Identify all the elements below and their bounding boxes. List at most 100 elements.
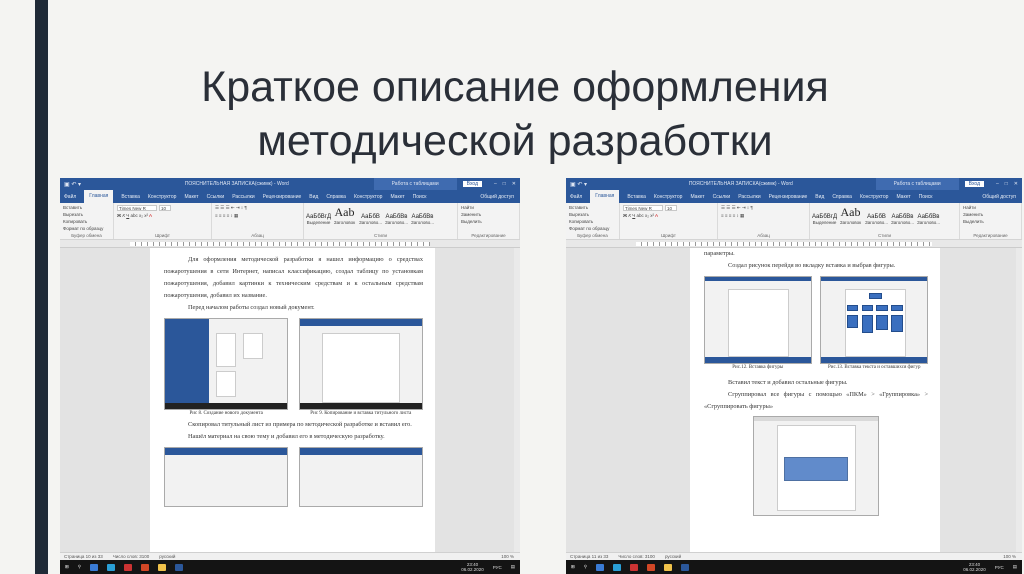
- find-button[interactable]: Найти: [461, 205, 516, 210]
- app-icon[interactable]: [630, 563, 639, 571]
- tab-review[interactable]: Рецензирование: [263, 194, 302, 200]
- font-size-select[interactable]: 10: [665, 205, 677, 211]
- folder-icon[interactable]: [158, 563, 167, 571]
- screenshot-image: [298, 318, 423, 410]
- close-icon[interactable]: ✕: [1014, 181, 1018, 187]
- tab-help[interactable]: Справка: [326, 194, 346, 200]
- tab-layout[interactable]: Макет: [184, 194, 198, 200]
- font-name-select[interactable]: Times New R: [117, 205, 157, 211]
- align-buttons[interactable]: ≡ ≡ ≡ ≡ ↕ ▦: [215, 213, 300, 219]
- tab-design[interactable]: Конструктор: [148, 194, 177, 200]
- font-format-buttons[interactable]: Ж К Ч abc x₂ x² A: [623, 213, 714, 218]
- tab-design[interactable]: Конструктор: [654, 194, 683, 200]
- login-button[interactable]: Вход: [462, 181, 482, 187]
- tab-search[interactable]: Поиск: [413, 194, 427, 200]
- tab-insert[interactable]: Вставка: [121, 194, 140, 200]
- style-item[interactable]: АаБбВв Заголово...: [891, 214, 914, 225]
- tab-table-design[interactable]: Конструктор: [860, 194, 889, 200]
- scrollbar[interactable]: [514, 248, 520, 552]
- notifications-icon[interactable]: ▤: [511, 564, 515, 570]
- clock[interactable]: 23:40 06.02.2020: [963, 562, 986, 572]
- app-icon[interactable]: [90, 563, 99, 571]
- style-item[interactable]: АаБбВв Заголово...: [385, 214, 408, 225]
- select-button[interactable]: Выделить: [963, 219, 1018, 224]
- style-item[interactable]: Aab Заголовок: [839, 205, 862, 225]
- clock[interactable]: 23:40 06.02.2020: [461, 562, 484, 572]
- style-item[interactable]: АаБбВ Заголово...: [359, 214, 382, 225]
- maximize-icon[interactable]: □: [503, 181, 506, 187]
- word-icon[interactable]: [681, 563, 690, 571]
- style-item[interactable]: Aab Заголовок: [333, 205, 356, 225]
- app-icon[interactable]: [124, 563, 133, 571]
- style-item[interactable]: АаБбВв Заголово...: [917, 214, 940, 225]
- tab-view[interactable]: Вид: [815, 194, 824, 200]
- login-button[interactable]: Вход: [964, 181, 984, 187]
- find-button[interactable]: Найти: [963, 205, 1018, 210]
- format-painter-button[interactable]: Формат по образцу: [569, 226, 616, 231]
- share-button[interactable]: Общий доступ: [480, 194, 514, 200]
- tab-help[interactable]: Справка: [832, 194, 852, 200]
- cut-button[interactable]: Вырезать: [569, 212, 616, 217]
- zoom-level[interactable]: 100 %: [1003, 554, 1016, 559]
- folder-icon[interactable]: [664, 563, 673, 571]
- app-icon[interactable]: [613, 563, 622, 571]
- word-icon[interactable]: [175, 563, 184, 571]
- font-name-select[interactable]: Times New R: [623, 205, 663, 211]
- zoom-level[interactable]: 100 %: [501, 554, 514, 559]
- font-format-buttons[interactable]: Ж К Ч abc x₂ x² A: [117, 213, 208, 218]
- tray-language[interactable]: РУС: [493, 565, 502, 570]
- style-item[interactable]: АаБбВгД Выделение: [812, 214, 837, 225]
- replace-button[interactable]: Заменить: [461, 212, 516, 217]
- tray-language[interactable]: РУС: [995, 565, 1004, 570]
- tab-review[interactable]: Рецензирование: [769, 194, 808, 200]
- word-screenshot-left: ▣ ↶ ▾ ПОЯСНИТЕЛЬНАЯ ЗАПИСКА(сжимк) - Wor…: [60, 178, 520, 574]
- minimize-icon[interactable]: –: [996, 181, 999, 187]
- tab-home[interactable]: Главная: [590, 190, 620, 203]
- tab-layout[interactable]: Макет: [690, 194, 704, 200]
- scrollbar[interactable]: [1016, 248, 1022, 552]
- tab-insert[interactable]: Вставка: [627, 194, 646, 200]
- minimize-icon[interactable]: –: [494, 181, 497, 187]
- close-icon[interactable]: ✕: [512, 181, 516, 187]
- powerpoint-icon[interactable]: [141, 563, 150, 571]
- style-item[interactable]: АаБбВгД Выделение: [306, 214, 331, 225]
- tab-file[interactable]: Файл: [64, 194, 76, 200]
- powerpoint-icon[interactable]: [647, 563, 656, 571]
- save-icon[interactable]: ▣ ↶ ▾: [570, 181, 606, 188]
- style-item[interactable]: АаБбВв Заголово...: [411, 214, 434, 225]
- windows-start-icon[interactable]: ⊞: [65, 564, 69, 570]
- notifications-icon[interactable]: ▤: [1013, 564, 1017, 570]
- select-button[interactable]: Выделить: [461, 219, 516, 224]
- share-button[interactable]: Общий доступ: [982, 194, 1016, 200]
- format-painter-button[interactable]: Формат по образцу: [63, 226, 110, 231]
- maximize-icon[interactable]: □: [1005, 181, 1008, 187]
- search-icon[interactable]: ⚲: [584, 564, 587, 570]
- search-icon[interactable]: ⚲: [78, 564, 81, 570]
- copy-button[interactable]: Копировать: [569, 219, 616, 224]
- tab-view[interactable]: Вид: [309, 194, 318, 200]
- style-item[interactable]: АаБбВ Заголово...: [865, 214, 888, 225]
- paste-button[interactable]: Вставить: [569, 205, 616, 210]
- tab-references[interactable]: Ссылки: [713, 194, 731, 200]
- tab-file[interactable]: Файл: [570, 194, 582, 200]
- tab-table-layout[interactable]: Макет: [896, 194, 910, 200]
- tab-home[interactable]: Главная: [84, 190, 114, 203]
- replace-button[interactable]: Заменить: [963, 212, 1018, 217]
- align-buttons[interactable]: ≡ ≡ ≡ ≡ ↕ ▦: [721, 213, 806, 219]
- paste-button[interactable]: Вставить: [63, 205, 110, 210]
- windows-start-icon[interactable]: ⊞: [571, 564, 575, 570]
- tab-mailings[interactable]: Рассылки: [738, 194, 760, 200]
- font-size-select[interactable]: 10: [159, 205, 171, 211]
- app-icon[interactable]: [107, 563, 116, 571]
- tab-references[interactable]: Ссылки: [207, 194, 225, 200]
- copy-button[interactable]: Копировать: [63, 219, 110, 224]
- list-buttons[interactable]: ☰ ☰ ☰ ⇤ ⇥ ↕ ¶: [215, 205, 300, 211]
- cut-button[interactable]: Вырезать: [63, 212, 110, 217]
- app-icon[interactable]: [596, 563, 605, 571]
- tab-search[interactable]: Поиск: [919, 194, 933, 200]
- save-icon[interactable]: ▣ ↶ ▾: [64, 181, 100, 188]
- list-buttons[interactable]: ☰ ☰ ☰ ⇤ ⇥ ↕ ¶: [721, 205, 806, 211]
- tab-table-layout[interactable]: Макет: [390, 194, 404, 200]
- tab-table-design[interactable]: Конструктор: [354, 194, 383, 200]
- tab-mailings[interactable]: Рассылки: [232, 194, 254, 200]
